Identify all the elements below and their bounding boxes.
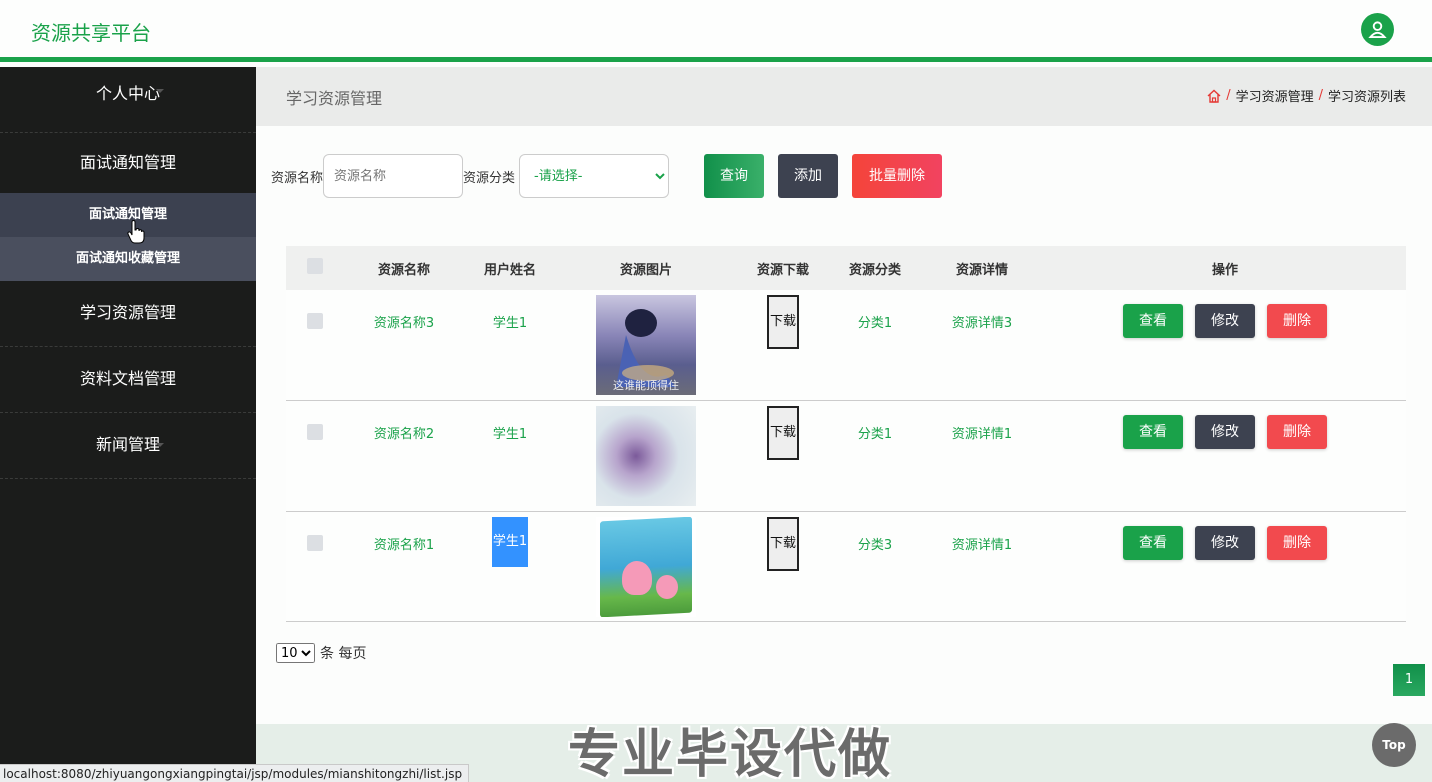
resource-name-label: 资源名称 [271,170,324,186]
detail-cell: 资源详情1 [951,538,1013,553]
download-button[interactable]: 下载 [767,406,799,460]
resource-name-input[interactable] [323,154,464,198]
resource-category-label: 资源分类 [463,170,516,186]
sidebar-item-label: 个人中心 [95,84,160,103]
page-size-select[interactable]: 10 [276,643,315,663]
page-size-suffix: 条 每页 [320,646,367,662]
sidebar-item-interview-notice[interactable]: 面试通知管理 [0,133,256,193]
resource-table: 资源名称 用户姓名 资源图片 资源下载 资源分类 资源详情 操作 资源名称3 学… [286,246,1406,622]
page-header: 学习资源管理 / 学习资源管理 / 学习资源列表 [256,67,1432,126]
table-header: 资源名称 用户姓名 资源图片 资源下载 资源分类 资源详情 操作 [286,246,1406,290]
view-button[interactable]: 查看 [1123,415,1183,449]
user-name-cell: 学生1 [492,316,528,331]
add-button[interactable]: 添加 [778,154,839,198]
table-row: 资源名称1 学生1 下载 分类3 资源详情1 查看 修改 删除 [286,512,1406,622]
sidebar-item-learning-resources[interactable]: 学习资源管理 [0,281,256,347]
download-button[interactable]: 下载 [767,517,799,571]
hand-cursor-icon [127,220,145,244]
column-header: 资源名称 [377,262,430,278]
home-icon[interactable] [1207,89,1221,103]
row-checkbox[interactable] [307,424,323,440]
chevron-down-icon [156,311,164,315]
select-all-checkbox[interactable] [307,258,323,274]
resource-name-cell: 资源名称2 [373,427,435,442]
chevron-down-icon [156,377,164,381]
delete-button[interactable]: 删除 [1267,526,1327,560]
delete-button[interactable]: 删除 [1267,304,1327,338]
chevron-down-icon [156,443,164,447]
main-content: 学习资源管理 / 学习资源管理 / 学习资源列表 资源名称 资源分类 -请选择-… [256,67,1432,782]
search-bar: 资源名称 资源分类 -请选择- 查询 添加 批量删除 [271,154,943,198]
brand-title[interactable]: 资源共享平台 [31,17,151,46]
breadcrumb-separator: / [1226,88,1231,103]
detail-cell: 资源详情3 [951,316,1013,331]
view-button[interactable]: 查看 [1123,526,1183,560]
edit-button[interactable]: 修改 [1195,415,1255,449]
column-header: 用户姓名 [483,262,536,278]
delete-button[interactable]: 删除 [1267,415,1327,449]
column-header: 资源详情 [955,262,1008,278]
query-button[interactable]: 查询 [704,154,765,198]
top-header: 资源共享平台 [0,0,1432,62]
sidebar-item-personal-center[interactable]: 个人中心 [0,67,256,133]
resource-category-select[interactable]: -请选择- [519,154,670,198]
category-cell: 分类1 [857,316,893,331]
resource-image[interactable] [596,406,696,506]
sidebar-item-label: 面试通知管理 [79,153,176,172]
page-title: 学习资源管理 [286,89,383,108]
chevron-down-icon [156,89,164,93]
pagination-size: 10 条 每页 [276,643,366,663]
resource-name-cell: 资源名称1 [373,538,435,553]
cartoon-pig-image [622,561,652,595]
column-header: 资源下载 [756,262,809,278]
cartoon-pig-image [656,575,678,599]
resource-image[interactable]: 这谁能顶得住 [596,295,696,395]
row-checkbox[interactable] [307,313,323,329]
edit-button[interactable]: 修改 [1195,304,1255,338]
view-button[interactable]: 查看 [1123,304,1183,338]
table-row: 资源名称3 学生1 这谁能顶得住 下载 分类1 资源详情3 查看 修改 删除 [286,290,1406,401]
breadcrumb-level2: 学习资源列表 [1327,90,1406,105]
page-number-button[interactable]: 1 [1393,664,1425,696]
table-row: 资源名称2 学生1 下载 分类1 资源详情1 查看 修改 删除 [286,401,1406,512]
watermark-text: 专业毕设代做 [568,725,893,782]
column-header: 资源分类 [848,262,901,278]
row-checkbox[interactable] [307,535,323,551]
sidebar: 个人中心 面试通知管理 面试通知管理 面试通知收藏管理 学习资源管理 资料文档管… [0,67,256,782]
breadcrumb-level1[interactable]: 学习资源管理 [1236,86,1314,105]
sidebar-item-label: 新闻管理 [95,435,160,454]
image-caption: 这谁能顶得住 [613,379,679,392]
column-header: 资源图片 [619,262,672,278]
resource-name-cell: 资源名称3 [373,316,435,331]
sidebar-item-documents[interactable]: 资料文档管理 [0,347,256,413]
user-menu-button[interactable] [1361,13,1394,46]
browser-status-url: localhost:8080/zhiyuangongxiangpingtai/j… [0,764,470,782]
resource-image[interactable] [596,517,696,617]
user-name-cell: 学生1 [492,427,528,442]
user-icon [1368,21,1387,39]
column-header: 操作 [1211,262,1238,278]
category-cell: 分类3 [857,538,893,553]
category-cell: 分类1 [857,427,893,442]
sidebar-item-news[interactable]: 新闻管理 [0,413,256,479]
detail-cell: 资源详情1 [951,427,1013,442]
breadcrumb: / 学习资源管理 / 学习资源列表 [1207,86,1406,105]
user-name-cell-selected: 学生1 [492,517,528,567]
download-button[interactable]: 下载 [767,295,799,349]
breadcrumb-separator: / [1318,88,1323,103]
bulk-delete-button[interactable]: 批量删除 [852,154,943,198]
back-to-top-button[interactable]: Top [1372,723,1416,767]
edit-button[interactable]: 修改 [1195,526,1255,560]
